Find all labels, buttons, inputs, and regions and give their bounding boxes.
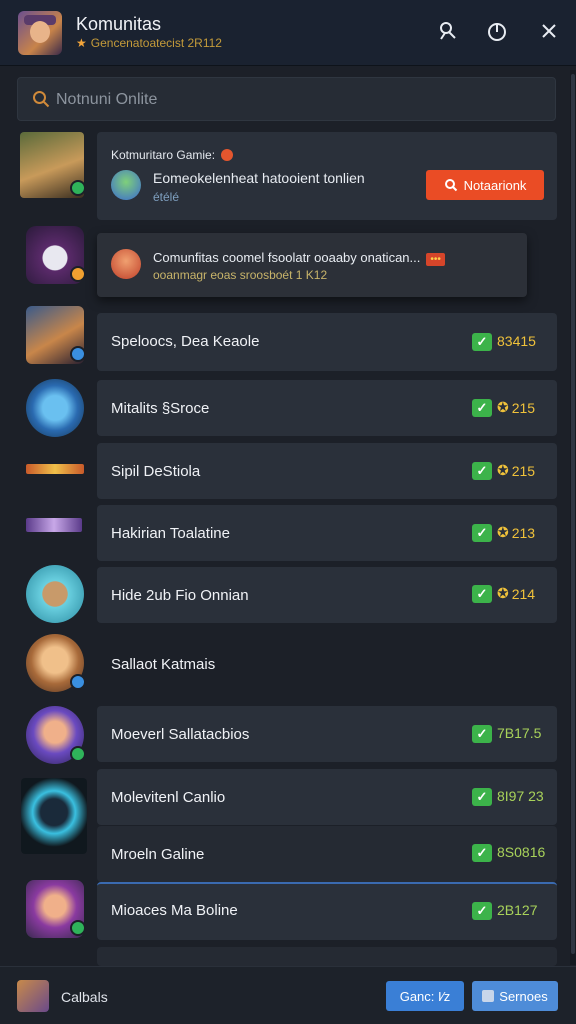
star-icon: ✪ [497, 399, 509, 415]
status-badge [70, 266, 86, 282]
notification-action-button[interactable]: Notaarionk [426, 170, 544, 200]
row-score: 8S0816 [497, 844, 546, 860]
avatar-row-0[interactable] [26, 306, 86, 364]
check-icon: ✓ [472, 333, 492, 351]
list-item-partial[interactable] [97, 947, 557, 966]
row-title: Speloocs, Dea Keaole [111, 333, 260, 350]
check-icon: ✓ [472, 788, 492, 806]
community-app-icon [18, 11, 62, 55]
row-score: ✪ 214 [497, 585, 536, 602]
search-person-icon[interactable] [436, 20, 460, 44]
row-score: 7B17.5 [497, 725, 542, 741]
notification-sub: ooanmagr eoas sroosboét 1 K12 [153, 268, 328, 282]
avatar-row-9[interactable] [26, 880, 86, 938]
notification-text: Comunfitas coomel fsoolatr ooaaby onatic… [153, 250, 445, 266]
row-title: Moeverl Sallatacbios [111, 726, 250, 743]
notification-card[interactable]: Kotmuritaro Gamie: Eomeokelenheat hatooi… [97, 132, 557, 220]
list-item[interactable]: Mroeln Galine ✓ 8S0816 [97, 826, 557, 882]
row-title: Mitalits §Sroce [111, 400, 210, 417]
check-icon: ✓ [472, 585, 492, 603]
notification-popup[interactable]: Comunfitas coomel fsoolatr ooaaby onatic… [97, 233, 527, 297]
row-title: Mioaces Ma Boline [111, 902, 238, 919]
star-icon: ✪ [497, 585, 509, 601]
avatar-row-2[interactable] [26, 448, 84, 488]
row-title: Sallaot Katmais [111, 656, 216, 673]
row-score: 83415 [497, 333, 536, 349]
row-title: Hakirian Toalatine [111, 525, 230, 542]
search-bar[interactable] [17, 77, 556, 121]
list-item[interactable]: Molevitenl Canlio ✓ 8I97 23 [97, 769, 557, 825]
star-icon: ✪ [497, 524, 509, 540]
close-icon[interactable] [537, 20, 561, 44]
check-icon: ✓ [472, 462, 492, 480]
verified-badge [70, 346, 86, 362]
search-icon [33, 91, 50, 108]
primary-footer-button[interactable]: Ganc: I⁄z [386, 981, 464, 1011]
row-score: ✪ 215 [497, 399, 536, 416]
list-item[interactable]: Sipil DeStiola ✓ ✪ 215 [97, 443, 557, 499]
page-title: Komunitas [76, 14, 162, 34]
list-item[interactable]: Hakirian Toalatine ✓ ✪ 213 [97, 505, 557, 561]
footer-label: Calbals [61, 989, 108, 1005]
avatar-row-7[interactable] [21, 778, 87, 854]
row-title: Sipil DeStiola [111, 463, 201, 480]
list-item[interactable]: Speloocs, Dea Keaole ✓ 83415 [97, 313, 557, 371]
alert-dot-icon [221, 149, 234, 161]
new-tag: ••• [426, 253, 445, 266]
list-item[interactable]: Sallaot Katmais [97, 636, 557, 692]
notification-text: Eomeokelenheat hatooient tonlien [153, 170, 365, 186]
check-icon: ✓ [472, 725, 492, 743]
page-subtitle: ★ Gencenatoatecist 2R112 [76, 36, 222, 50]
avatar-row-5[interactable] [26, 634, 86, 692]
list-item[interactable]: Moeverl Sallatacbios ✓ 7B17.5 [97, 706, 557, 762]
list-item[interactable]: Mitalits §Sroce ✓ ✪ 215 [97, 380, 557, 436]
list-item[interactable]: Hide 2ub Fio Onnian ✓ ✪ 214 [97, 567, 557, 623]
sender-avatar [111, 170, 141, 200]
verified-badge [70, 674, 86, 690]
footer-bar: Calbals Ganc: I⁄z Sernoes [0, 966, 576, 1024]
avatar-row-4[interactable] [26, 565, 84, 623]
search-icon [444, 179, 457, 192]
row-score: ✪ 215 [497, 462, 536, 479]
list-item[interactable]: Mioaces Ma Boline ✓ 2B127 [97, 882, 557, 940]
row-score: 2B127 [497, 902, 538, 918]
check-icon: ✓ [472, 902, 492, 920]
row-title: Molevitenl Canlio [111, 789, 226, 806]
online-badge [70, 920, 86, 936]
power-icon[interactable] [485, 20, 509, 44]
star-icon: ★ [76, 36, 87, 50]
online-badge [70, 180, 86, 196]
check-icon: ✓ [472, 844, 492, 862]
avatar-row-3[interactable] [26, 508, 84, 548]
check-icon: ✓ [472, 524, 492, 542]
row-score: ✪ 213 [497, 524, 536, 541]
avatar-row-6[interactable] [26, 706, 86, 764]
online-badge [70, 746, 86, 762]
row-title: Mroeln Galine [111, 846, 205, 863]
avatar-row-1[interactable] [26, 379, 84, 437]
sender-avatar [111, 249, 141, 279]
avatar-game-hero[interactable] [20, 132, 86, 198]
star-icon: ✪ [497, 462, 509, 478]
secondary-footer-button[interactable]: Sernoes [472, 981, 558, 1011]
check-icon: ✓ [472, 399, 492, 417]
notification-sub: étélé [153, 190, 180, 204]
image-icon [482, 990, 495, 1002]
search-input[interactable] [56, 88, 536, 112]
row-title: Hide 2ub Fio Onnian [111, 587, 249, 604]
scroll-thumb[interactable] [571, 74, 575, 954]
app-header: Komunitas ★ Gencenatoatecist 2R112 [0, 0, 576, 66]
avatar-masked-mascot[interactable] [26, 226, 86, 284]
subtitle-text: Gencenatoatecist 2R112 [90, 36, 222, 50]
notification-title: Kotmuritaro Gamie: [111, 148, 234, 162]
scrollbar[interactable] [570, 70, 576, 965]
row-score: 8I97 23 [497, 788, 544, 804]
user-avatar[interactable] [17, 980, 49, 1012]
